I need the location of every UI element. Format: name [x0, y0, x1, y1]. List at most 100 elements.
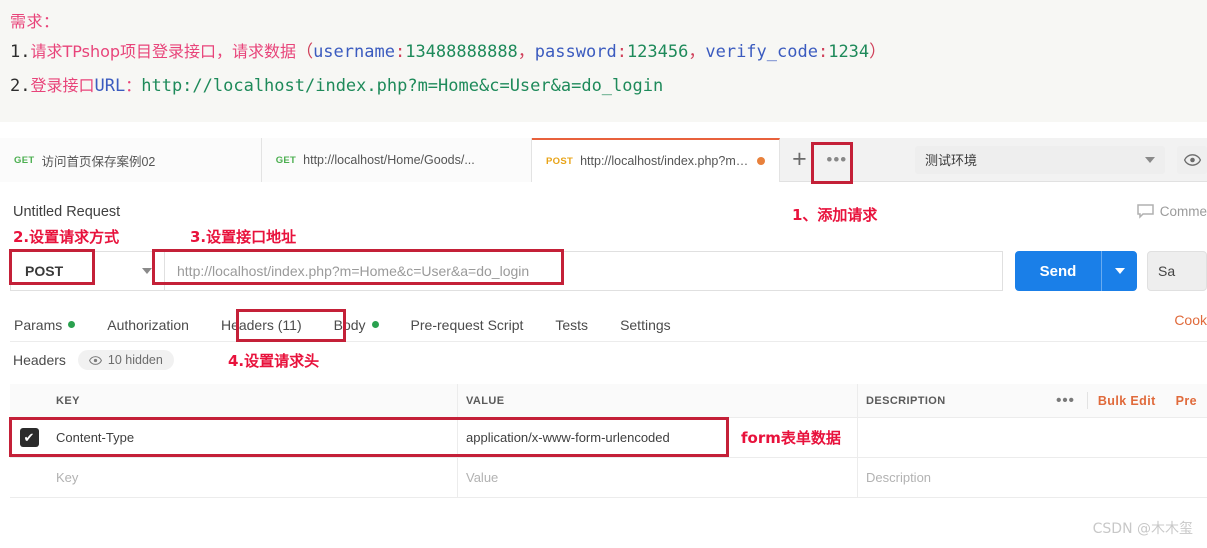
tab-headers-label: Headers (11)	[220, 316, 302, 333]
body-modified-dot	[371, 321, 379, 328]
empty-row-checkbox-cell[interactable]	[10, 458, 48, 497]
line1-value-verify-code: 1234	[828, 42, 870, 62]
line1-number: 1.	[10, 42, 31, 62]
headers-label: Headers	[13, 352, 66, 368]
send-button[interactable]: Send	[1015, 251, 1137, 291]
table-row-empty[interactable]: Key Value Description	[10, 458, 1207, 498]
annotation-set-headers: 4.设置请求头	[228, 352, 320, 370]
eye-icon	[88, 355, 102, 365]
line1-key-verify-code: verify_code	[705, 42, 818, 62]
tab-params-label: Params	[14, 316, 63, 333]
chevron-down-icon	[1145, 156, 1155, 163]
request-tab-2[interactable]: GET http://localhost/Home/Goods/...	[261, 138, 533, 182]
save-button[interactable]: Sa	[1147, 251, 1207, 291]
tab-settings[interactable]: Settings	[604, 308, 687, 342]
url-bar: POST http://localhost/index.php?m=Home&c…	[10, 250, 1207, 292]
tab-pre-request-script[interactable]: Pre-request Script	[395, 308, 540, 342]
line1-paren-close: ）	[869, 42, 887, 62]
line2-url-label: URL	[94, 76, 126, 96]
headers-panel-header: Headers 10 hidden	[13, 350, 174, 370]
unsaved-changes-dot	[757, 157, 766, 165]
tab-body-label: Body	[333, 316, 366, 333]
annotation-set-method: 2.设置请求方式	[13, 228, 120, 246]
watermark: CSDN @木木玺	[1092, 521, 1193, 537]
postman-window: GET 访问首页保存案例02 GET http://localhost/Home…	[0, 122, 1207, 548]
tab-tests[interactable]: Tests	[539, 308, 604, 342]
tab-settings-label: Settings	[620, 316, 671, 333]
tab-headers[interactable]: Headers (11)	[205, 308, 318, 342]
line2-url-value: http://localhost/index.php?m=Home&c=User…	[141, 76, 664, 96]
request-tab-1[interactable]: GET 访问首页保存案例02	[0, 138, 262, 182]
table-header-row: KEY VALUE DESCRIPTION ••• Bulk Edit Pre	[10, 384, 1207, 418]
presets-button[interactable]: Pre	[1166, 394, 1207, 408]
row-checkbox-cell[interactable]: ✔	[10, 418, 48, 457]
eye-icon[interactable]	[1177, 145, 1207, 174]
tab-pre-request-script-label: Pre-request Script	[410, 316, 524, 333]
request-tab-3-active[interactable]: POST http://localhost/index.php?m=...	[532, 138, 781, 182]
comments-button[interactable]: Comme	[1136, 204, 1207, 219]
send-button-label: Send	[1039, 262, 1077, 280]
column-header-value: VALUE	[458, 384, 858, 417]
header-checkbox-col	[10, 384, 48, 417]
table-row[interactable]: ✔ Content-Type application/x-www-form-ur…	[10, 418, 1207, 458]
url-input[interactable]: http://localhost/index.php?m=Home&c=User…	[165, 251, 1003, 291]
line2-colon: ：	[125, 76, 142, 95]
line1-value-password: 123456	[626, 42, 689, 62]
requirement-line-2: 2.登录接口URL：http://localhost/index.php?m=H…	[10, 69, 1207, 103]
tab-body[interactable]: Body	[318, 308, 395, 342]
row-key[interactable]: Content-Type	[48, 418, 458, 457]
checkbox-checked-icon[interactable]: ✔	[19, 428, 39, 447]
request-title[interactable]: Untitled Request	[13, 204, 120, 220]
comments-label: Comme	[1159, 204, 1207, 219]
request-tab-strip: GET 访问首页保存案例02 GET http://localhost/Home…	[0, 138, 1207, 182]
tab-2-label: http://localhost/Home/Goods/...	[303, 153, 475, 167]
cookies-link[interactable]: Cook	[1174, 312, 1207, 328]
tab-tests-label: Tests	[555, 316, 589, 333]
line1-colon-1: :	[394, 42, 406, 62]
params-modified-dot	[68, 321, 76, 328]
tab-1-label: 访问首页保存案例02	[41, 154, 156, 169]
tab-3-label: http://localhost/index.php?m=...	[580, 154, 749, 168]
empty-row-key-input[interactable]: Key	[48, 458, 458, 497]
empty-row-value-input[interactable]: Value	[458, 458, 858, 497]
headers-table: KEY VALUE DESCRIPTION ••• Bulk Edit Pre …	[10, 384, 1207, 498]
add-request-tab-button[interactable]: +	[780, 138, 819, 181]
hidden-headers-count: 10 hidden	[107, 353, 163, 367]
chevron-down-icon	[1114, 268, 1125, 274]
chevron-down-icon	[142, 268, 152, 274]
requirement-banner: 需求： 1.请求TPshop项目登录接口，请求数据（username:13488…	[0, 0, 1207, 122]
row-description[interactable]	[858, 418, 1207, 457]
http-method-select[interactable]: POST	[10, 251, 130, 291]
hidden-headers-toggle[interactable]: 10 hidden	[77, 350, 174, 370]
empty-row-description-input[interactable]: Description	[858, 458, 1207, 497]
request-sub-tabs: Params Authorization Headers (11) Body P…	[10, 308, 1207, 342]
column-header-description: DESCRIPTION ••• Bulk Edit Pre	[858, 384, 1207, 417]
column-header-description-label: DESCRIPTION	[866, 394, 946, 407]
tab-more-options-icon[interactable]: •••	[818, 138, 855, 181]
table-actions: ••• Bulk Edit Pre	[1044, 392, 1207, 409]
column-header-key: KEY	[48, 384, 458, 417]
line1-paren-open: （	[296, 42, 314, 62]
environment-select[interactable]: 测试环境	[915, 145, 1165, 174]
tab-3-method: POST	[546, 155, 574, 167]
line1-comma-1: ，	[517, 42, 535, 62]
line1-text-cn: 请求TPshop项目登录接口，请求数据	[30, 42, 297, 61]
requirement-title: 需求：	[10, 12, 60, 31]
tab-params[interactable]: Params	[10, 308, 91, 342]
line1-key-username: username	[313, 42, 395, 62]
http-method-caret[interactable]	[130, 251, 165, 291]
tab-authorization[interactable]: Authorization	[91, 308, 205, 342]
annotation-form-data: form表单数据	[741, 429, 841, 447]
line1-key-password: password	[534, 42, 617, 62]
table-more-options-icon[interactable]: •••	[1044, 392, 1088, 409]
tab-authorization-label: Authorization	[107, 316, 189, 333]
annotation-set-url: 3.设置接口地址	[190, 228, 297, 246]
line1-value-username: 13488888888	[405, 42, 518, 62]
bulk-edit-button[interactable]: Bulk Edit	[1088, 394, 1166, 408]
send-options-caret[interactable]	[1101, 251, 1137, 291]
line1-colon-3: :	[817, 42, 829, 62]
line1-comma-2: ，	[688, 42, 706, 62]
annotation-add-request: 1、添加请求	[792, 206, 878, 224]
line1-colon-2: :	[616, 42, 627, 62]
tab-2-method: GET	[275, 154, 297, 166]
